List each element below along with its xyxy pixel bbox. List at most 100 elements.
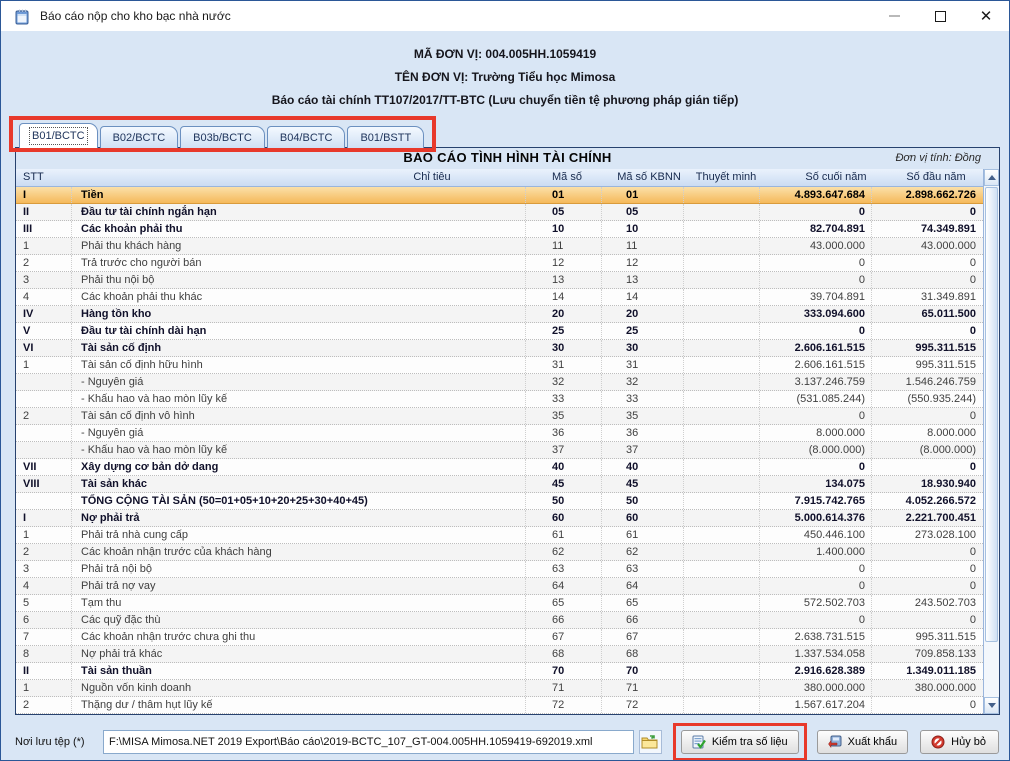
cell: 20 — [602, 306, 684, 322]
cell: 10 — [526, 221, 602, 237]
cell: I — [16, 510, 72, 526]
column-header[interactable]: Mã số — [552, 171, 582, 183]
table-row[interactable]: - Khấu hao và hao mòn lũy kế3737(8.000.0… — [16, 442, 983, 459]
save-path-input[interactable] — [103, 730, 634, 754]
column-header[interactable]: Mã số KBNN — [617, 171, 681, 183]
check-data-button[interactable]: Kiểm tra số liệu — [681, 730, 799, 754]
table-row[interactable]: VĐầu tư tài chính dài hạn252500 — [16, 323, 983, 340]
cell: 32 — [526, 374, 602, 390]
minimize-button[interactable] — [871, 1, 917, 31]
cell: 65 — [602, 595, 684, 611]
cell: 64 — [602, 578, 684, 594]
cell: 71 — [602, 680, 684, 696]
table-row[interactable]: 5Tạm thu6565572.502.703243.502.703 — [16, 595, 983, 612]
column-header[interactable]: Chỉ tiêu — [413, 171, 450, 183]
table-row[interactable]: 1Nguồn vốn kinh doanh7171380.000.000380.… — [16, 680, 983, 697]
cell: 37 — [526, 442, 602, 458]
tab-b03b-bctc[interactable]: B03b/BCTC — [180, 126, 265, 148]
cell: 0 — [872, 255, 982, 271]
cell: 13 — [526, 272, 602, 288]
maximize-button[interactable] — [917, 1, 963, 31]
cell: 995.311.515 — [872, 629, 982, 645]
table-row[interactable]: 1Tài sản cố định hữu hình31312.606.161.5… — [16, 357, 983, 374]
cell: 70 — [526, 663, 602, 679]
tab-b01-bstt[interactable]: B01/BSTT — [347, 126, 424, 148]
cell: Tài sản cố định — [72, 340, 526, 356]
cancel-button[interactable]: Hủy bỏ — [920, 730, 999, 754]
scroll-down-button[interactable] — [984, 697, 999, 714]
cell: Tiền — [72, 187, 526, 203]
column-header[interactable]: Số cuối năm — [805, 171, 866, 183]
table-row[interactable]: 6Các quỹ đặc thù666600 — [16, 612, 983, 629]
table-row[interactable]: - Nguyên giá32323.137.246.7591.546.246.7… — [16, 374, 983, 391]
table-row[interactable]: 3Phải thu nội bộ131300 — [16, 272, 983, 289]
cell: 2 — [16, 408, 72, 424]
table-row[interactable]: IVHàng tồn kho2020333.094.60065.011.500 — [16, 306, 983, 323]
scroll-up-button[interactable] — [984, 169, 999, 186]
table-row[interactable]: 2Trả trước cho người bán121200 — [16, 255, 983, 272]
table-row[interactable]: ITiền01014.893.647.6842.898.662.726 — [16, 187, 983, 204]
cell: 0 — [872, 544, 982, 560]
table-row[interactable]: - Nguyên giá36368.000.0008.000.000 — [16, 425, 983, 442]
table-row[interactable]: - Khấu hao và hao mòn lũy kế3333(531.085… — [16, 391, 983, 408]
scroll-thumb[interactable] — [985, 187, 998, 642]
browse-folder-button[interactable] — [639, 730, 662, 754]
table-row[interactable]: 2Tài sản cố định vô hình353500 — [16, 408, 983, 425]
cell: 1.337.534.058 — [760, 646, 872, 662]
cell: 3 — [16, 272, 72, 288]
table-row[interactable]: 2Các khoản nhận trước của khách hàng6262… — [16, 544, 983, 561]
table-row[interactable]: IIĐầu tư tài chính ngắn hạn050500 — [16, 204, 983, 221]
cell: Đầu tư tài chính ngắn hạn — [72, 204, 526, 220]
tab-b01-bctc[interactable]: B01/BCTC — [19, 123, 98, 148]
tab-b02-bctc[interactable]: B02/BCTC — [100, 126, 179, 148]
cell — [684, 408, 760, 424]
cell: 13 — [602, 272, 684, 288]
close-button[interactable]: ✕ — [963, 1, 1009, 31]
cell: Các khoản phải thu — [72, 221, 526, 237]
table-row[interactable]: VITài sản cố định30302.606.161.515995.31… — [16, 340, 983, 357]
cell: VI — [16, 340, 72, 356]
tab-b04-bctc[interactable]: B04/BCTC — [267, 126, 346, 148]
grid-header-row[interactable]: STT Chỉ tiêu Mã số Mã số KBNN Thuyết minh Số … — [16, 169, 983, 187]
cell: (531.085.244) — [760, 391, 872, 407]
table-row[interactable]: IIICác khoản phải thu101082.704.89174.34… — [16, 221, 983, 238]
table-row[interactable]: 4Các khoản phải thu khác141439.704.89131… — [16, 289, 983, 306]
cell: 50 — [526, 493, 602, 509]
column-header[interactable]: Số đầu năm — [906, 171, 965, 183]
export-button[interactable]: Xuất khẩu — [817, 730, 909, 754]
cell: 2.221.700.451 — [872, 510, 982, 526]
cell: III — [16, 221, 72, 237]
cell: 12 — [602, 255, 684, 271]
table-row[interactable]: INợ phải trả60605.000.614.3762.221.700.4… — [16, 510, 983, 527]
cell: 2.916.628.389 — [760, 663, 872, 679]
cell — [684, 697, 760, 713]
table-row[interactable]: 1Phải thu khách hàng111143.000.00043.000… — [16, 238, 983, 255]
cell: Nợ phải trả khác — [72, 646, 526, 662]
table-row[interactable]: 1Phải trả nhà cung cấp6161450.446.100273… — [16, 527, 983, 544]
table-row[interactable]: 2Thặng dư / thâm hụt lũy kế72721.567.617… — [16, 697, 983, 714]
table-row[interactable]: VIIXây dựng cơ bản dở dang404000 — [16, 459, 983, 476]
cell: 62 — [526, 544, 602, 560]
vertical-scrollbar[interactable] — [983, 169, 999, 714]
cell: 66 — [602, 612, 684, 628]
table-row[interactable]: 4Phải trả nợ vay646400 — [16, 578, 983, 595]
table-row[interactable]: 8Nợ phải trả khác68681.337.534.058709.85… — [16, 646, 983, 663]
cell: 0 — [872, 323, 982, 339]
cell — [684, 561, 760, 577]
column-header[interactable]: STT — [23, 171, 44, 183]
cell: 25 — [526, 323, 602, 339]
cell: 8 — [16, 646, 72, 662]
unit-note: Đơn vị tính: Đồng — [895, 152, 981, 164]
table-row[interactable]: 7Các khoản nhận trước chưa ghi thu67672.… — [16, 629, 983, 646]
cell: 4.893.647.684 — [760, 187, 872, 203]
table-row[interactable]: TỔNG CỘNG TÀI SẢN (50=01+05+10+20+25+30+… — [16, 493, 983, 510]
table-row[interactable]: VIIITài sản khác4545134.07518.930.940 — [16, 476, 983, 493]
cell — [684, 680, 760, 696]
cell — [684, 493, 760, 509]
column-header[interactable]: Thuyết minh — [696, 171, 757, 183]
table-row[interactable]: 3Phải trả nội bộ636300 — [16, 561, 983, 578]
report-header: MÃ ĐƠN VỊ: 004.005HH.1059419 TÊN ĐƠN VỊ:… — [1, 31, 1009, 116]
cell — [684, 391, 760, 407]
table-row[interactable]: IITài sản thuần70702.916.628.3891.349.01… — [16, 663, 983, 680]
scroll-track[interactable] — [984, 643, 999, 697]
